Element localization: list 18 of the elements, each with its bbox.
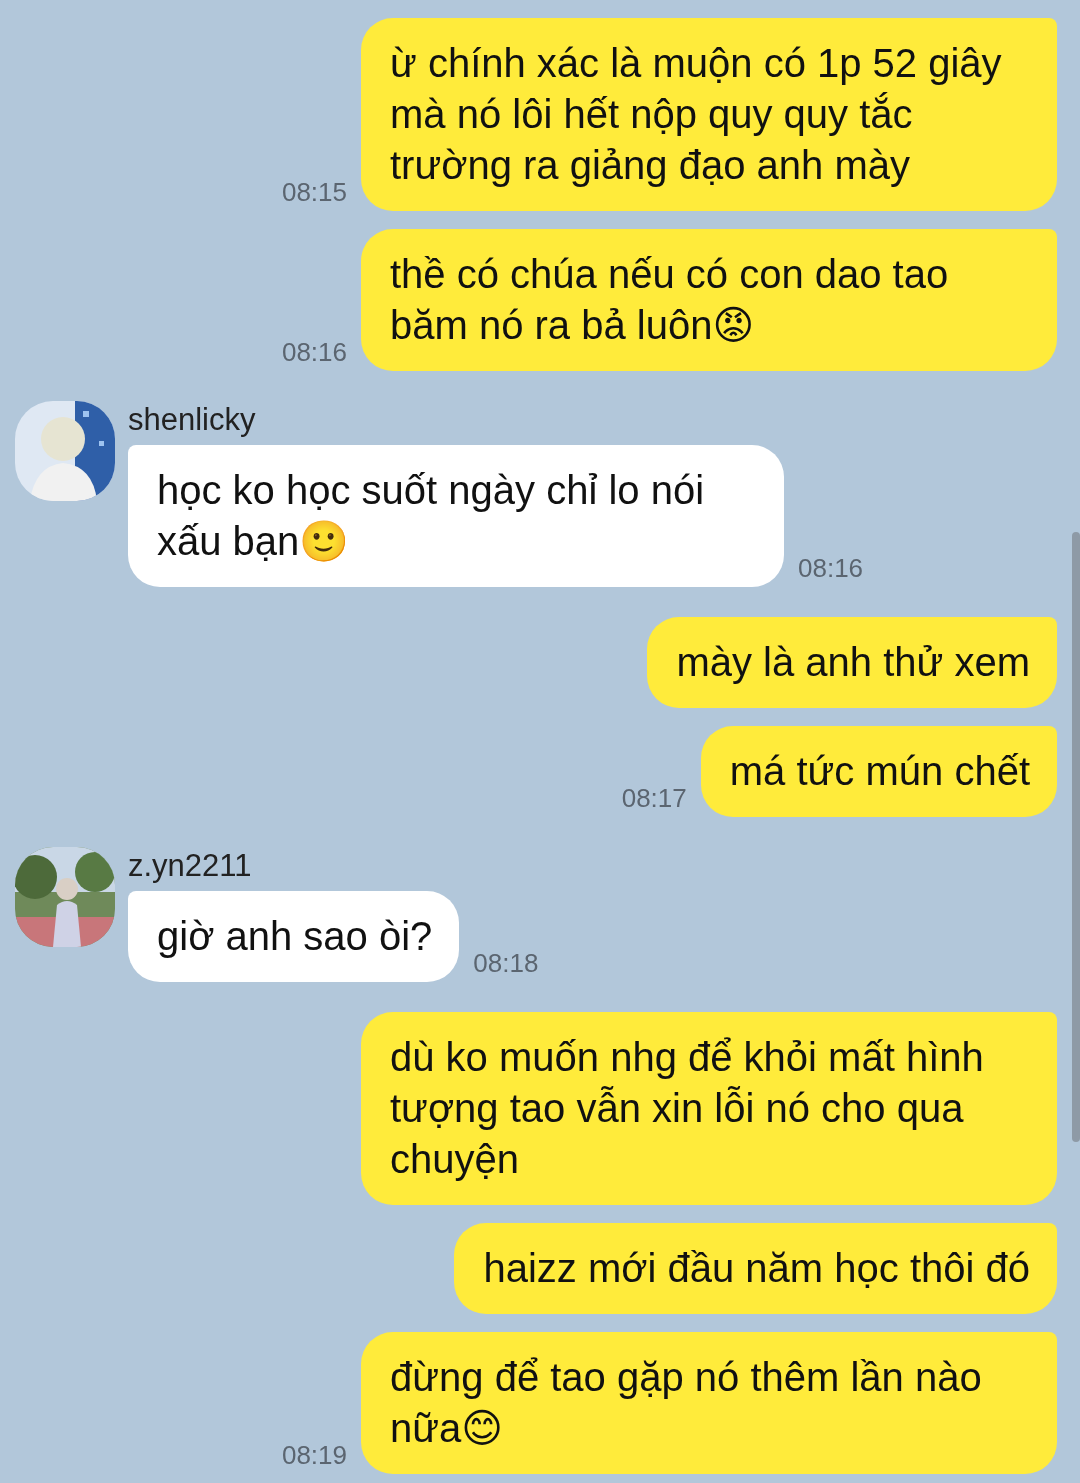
timestamp: 08:18 [473, 948, 539, 978]
message-bubble: học ko học suốt ngày chỉ lo nói xấu bạn🙂 [128, 445, 784, 587]
scrollbar-thumb[interactable] [1072, 532, 1080, 1142]
timestamp: 08:16 [281, 337, 347, 367]
message-bubble: giờ anh sao òi? [128, 891, 460, 982]
message-bubble: mày là anh thử xem [647, 617, 1057, 708]
message-bubble: haizz mới đầu năm học thôi đó [454, 1223, 1057, 1314]
sender-name: z.yn2211 [128, 849, 253, 883]
message-bubble: đừng để tao gặp nó thêm lần nào nữa😊 [361, 1332, 1057, 1474]
message-bubble: ừ chính xác là muộn có 1p 52 giây mà nó lôi hết nộp quy quy tắc trường ra giảng đạo anh mày [361, 18, 1057, 211]
timestamp: 08:17 [621, 783, 687, 813]
timestamp: 08:19 [281, 1440, 347, 1470]
message-bubble: dù ko muốn nhg để khỏi mất hình tượng tao vẫn xin lỗi nó cho qua chuyện [361, 1012, 1057, 1205]
timestamp: 08:16 [798, 553, 864, 583]
message-bubble: má tức mún chết [700, 726, 1057, 817]
timestamp: 08:15 [281, 177, 347, 207]
message-bubble: thề có chúa nếu có con dao tao băm nó ra bả luôn😡 [361, 229, 1057, 371]
sender-name: shenlicky [128, 403, 257, 437]
